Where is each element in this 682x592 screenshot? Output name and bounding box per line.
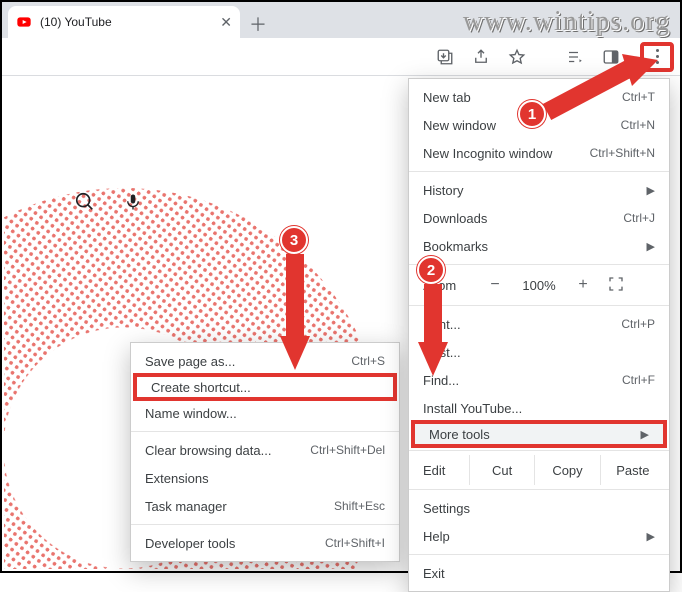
menu-find[interactable]: Find...Ctrl+F — [409, 366, 669, 394]
edit-copy[interactable]: Copy — [534, 455, 599, 485]
menu-bookmarks[interactable]: Bookmarks▶ — [409, 232, 669, 260]
separator — [131, 431, 399, 432]
separator — [409, 489, 669, 490]
separator — [409, 264, 669, 265]
submenu-save-page[interactable]: Save page as...Ctrl+S — [131, 347, 399, 375]
menu-incognito[interactable]: New Incognito windowCtrl+Shift+N — [409, 139, 669, 167]
separator — [409, 305, 669, 306]
side-panel-icon[interactable] — [594, 42, 628, 72]
submenu-create-shortcut[interactable]: Create shortcut... — [133, 373, 397, 401]
tab-title: (10) YouTube — [40, 15, 212, 29]
menu-print[interactable]: Print...Ctrl+P — [409, 310, 669, 338]
menu-edit-row: Edit Cut Copy Paste — [409, 455, 669, 485]
youtube-favicon — [16, 14, 32, 30]
menu-cast[interactable]: Cast... — [409, 338, 669, 366]
menu-help[interactable]: Help▶ — [409, 522, 669, 550]
menu-exit[interactable]: Exit — [409, 559, 669, 587]
menu-downloads[interactable]: DownloadsCtrl+J — [409, 204, 669, 232]
menu-install-youtube[interactable]: Install YouTube... — [409, 394, 669, 422]
menu-button[interactable] — [640, 42, 674, 72]
callout-1: 1 — [518, 100, 546, 128]
menu-more-tools[interactable]: More tools▶ — [411, 420, 667, 448]
separator — [409, 171, 669, 172]
submenu-name-window[interactable]: Name window... — [131, 399, 399, 427]
menu-settings[interactable]: Settings — [409, 494, 669, 522]
submenu-extensions[interactable]: Extensions — [131, 464, 399, 492]
more-tools-submenu: Save page as...Ctrl+S Create shortcut...… — [130, 342, 400, 562]
separator — [409, 554, 669, 555]
menu-zoom: Zoom − 100% + — [409, 269, 669, 301]
tab-youtube[interactable]: (10) YouTube ✕ — [8, 6, 240, 38]
callout-3: 3 — [280, 226, 308, 254]
voice-search-icon[interactable] — [124, 191, 142, 216]
callout-2: 2 — [417, 256, 445, 284]
browser-toolbar — [2, 38, 680, 76]
kebab-icon — [656, 49, 659, 64]
separator — [409, 450, 669, 451]
menu-history[interactable]: History▶ — [409, 176, 669, 204]
edit-cut[interactable]: Cut — [469, 455, 534, 485]
submenu-developer-tools[interactable]: Developer toolsCtrl+Shift+I — [131, 529, 399, 557]
edit-label: Edit — [423, 463, 469, 478]
zoom-in-button[interactable]: + — [569, 276, 597, 294]
bookmark-star-icon[interactable] — [500, 42, 534, 72]
submenu-clear-data[interactable]: Clear browsing data...Ctrl+Shift+Del — [131, 436, 399, 464]
tab-strip: (10) YouTube ✕ ＋ — [2, 2, 680, 38]
new-tab-button[interactable]: ＋ — [244, 10, 272, 38]
zoom-value: 100% — [517, 278, 561, 293]
submenu-task-manager[interactable]: Task managerShift+Esc — [131, 492, 399, 520]
media-control-icon[interactable] — [558, 42, 592, 72]
install-app-icon[interactable] — [428, 42, 462, 72]
chrome-menu: New tabCtrl+T New windowCtrl+N New Incog… — [408, 78, 670, 592]
search-icon[interactable] — [74, 191, 96, 216]
fullscreen-icon[interactable] — [605, 276, 627, 295]
close-tab-icon[interactable]: ✕ — [220, 15, 232, 29]
separator — [131, 524, 399, 525]
zoom-out-button[interactable]: − — [481, 276, 509, 294]
share-icon[interactable] — [464, 42, 498, 72]
edit-paste[interactable]: Paste — [600, 455, 665, 485]
